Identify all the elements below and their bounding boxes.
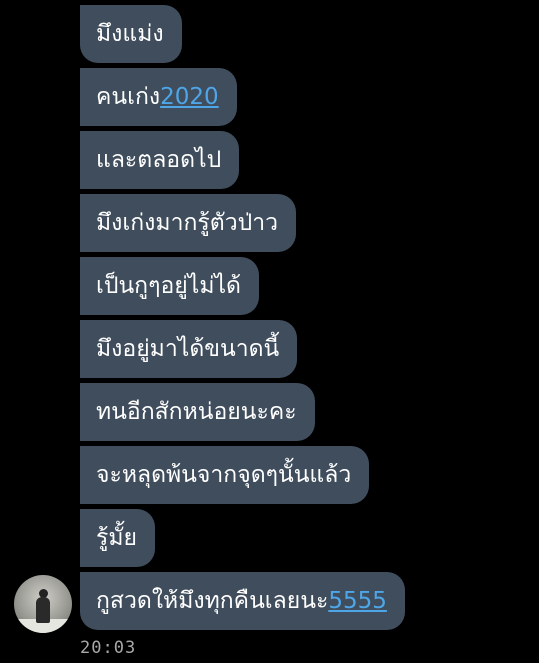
message-bubble[interactable]: เป็นกูๆอยู่ไม่ได้ xyxy=(80,257,259,315)
sender-avatar[interactable] xyxy=(14,575,72,633)
message-bubble[interactable]: ทนอีกสักหน่อยนะคะ xyxy=(80,383,315,441)
message-text: และตลอดไป xyxy=(96,147,222,173)
message-timestamp: 20:03 xyxy=(80,638,137,658)
message-bubble[interactable]: รู้มั้ย xyxy=(80,509,155,567)
message-text: รู้มั้ย xyxy=(96,525,137,551)
message-bubble[interactable]: จะหลุดพ้นจากจุดๆนั้นแล้ว xyxy=(80,446,370,504)
message-link[interactable]: 2020 xyxy=(160,84,219,110)
message-text: มึงอยู่มาได้ขนาดนี้ xyxy=(96,336,280,362)
message-bubble[interactable]: คนเก่ง2020 xyxy=(80,68,237,126)
message-text: ทนอีกสักหน่อยนะคะ xyxy=(96,399,297,425)
message-bubble[interactable]: กูสวดให้มึงทุกคืนเลยนะ5555 xyxy=(80,572,405,630)
message-text: กูสวดให้มึงทุกคืนเลยนะ xyxy=(96,588,329,614)
message-text: มึงเก่งมากรู้ตัวป่าว xyxy=(96,210,279,236)
message-bubble[interactable]: และตลอดไป xyxy=(80,131,240,189)
avatar-photo-figure xyxy=(36,597,50,623)
message-text: มึงแม่ง xyxy=(96,21,164,47)
message-bubble[interactable]: มึงแม่ง xyxy=(80,5,182,63)
chat-thread: มึงแม่ง คนเก่ง2020 และตลอดไป มึงเก่งมากร… xyxy=(0,0,539,663)
message-link[interactable]: 5555 xyxy=(328,588,387,614)
message-text: คนเก่ง xyxy=(96,84,161,110)
message-bubble[interactable]: มึงเก่งมากรู้ตัวป่าว xyxy=(80,194,297,252)
message-text: จะหลุดพ้นจากจุดๆนั้นแล้ว xyxy=(96,462,352,488)
message-text: เป็นกูๆอยู่ไม่ได้ xyxy=(96,273,241,299)
message-bubble[interactable]: มึงอยู่มาได้ขนาดนี้ xyxy=(80,320,298,378)
